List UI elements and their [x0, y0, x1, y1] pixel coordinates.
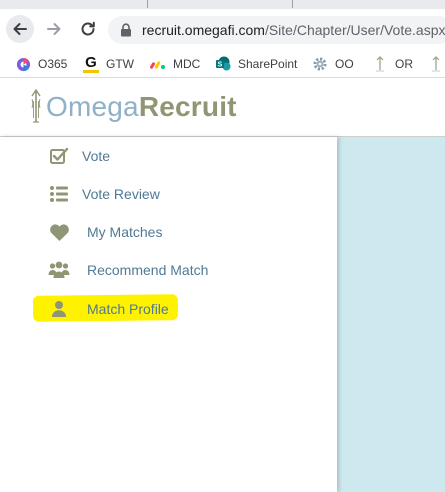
reload-icon: [81, 21, 95, 36]
omegarecruit-bookmark-icon: [428, 56, 444, 72]
sidebar-item-recommend-match[interactable]: Recommend Match: [0, 253, 337, 287]
bookmark-label: SharePoint: [238, 57, 298, 71]
app-header: OmegaRecruit: [0, 78, 445, 137]
back-button[interactable]: [6, 15, 34, 43]
sidebar-item-vote[interactable]: Vote: [0, 139, 337, 173]
sidebar-item-label: Vote Review: [82, 186, 160, 202]
office365-icon: [15, 56, 31, 72]
lock-icon: [121, 23, 131, 37]
bookmarks-bar: O365 G GTW MDC S SharePoint OO OR: [0, 51, 445, 78]
logo-mark-icon: [31, 88, 41, 123]
sidebar-menu: Vote Vote Review My Matches Recommend Ma…: [0, 137, 337, 492]
bookmark-gtw[interactable]: G GTW: [83, 51, 134, 77]
main-content-area: [337, 137, 445, 492]
sidebar-item-label: My Matches: [87, 224, 163, 240]
omegarecruit-logo[interactable]: OmegaRecruit: [26, 87, 237, 127]
arrow-right-icon: [47, 23, 61, 35]
list-icon: [48, 183, 70, 205]
svg-text:S: S: [218, 62, 223, 69]
heart-icon: [48, 221, 70, 243]
reload-button[interactable]: [74, 15, 102, 43]
sidebar-item-my-matches[interactable]: My Matches: [0, 215, 337, 249]
bookmark-label: OR: [395, 57, 413, 71]
browser-toolbar: recruit.omegafi.com/Site/Chapter/User/Vo…: [0, 9, 445, 51]
bookmark-overflow[interactable]: [428, 51, 445, 77]
bookmark-oo[interactable]: OO: [312, 51, 354, 77]
tab-strip: [0, 0, 445, 9]
sidebar-item-label: Match Profile: [87, 301, 169, 317]
bookmark-o365[interactable]: O365: [15, 51, 67, 77]
logo-omega: Omega: [46, 91, 139, 122]
gotowebinar-icon: G: [83, 55, 99, 73]
forward-button[interactable]: [40, 15, 68, 43]
url-text: recruit.omegafi.com/Site/Chapter/User/Vo…: [142, 22, 445, 38]
users-icon: [48, 259, 70, 281]
sharepoint-icon: S: [215, 56, 231, 72]
bookmark-sharepoint[interactable]: S SharePoint: [215, 51, 297, 77]
logo-recruit: Recruit: [138, 91, 237, 122]
omegarecruit-bookmark-icon: [372, 56, 388, 72]
sidebar-item-label: Recommend Match: [87, 262, 209, 278]
user-icon: [48, 298, 70, 320]
bookmark-or[interactable]: OR: [372, 51, 413, 77]
arrow-left-icon: [13, 23, 27, 35]
sidebar-item-match-profile[interactable]: Match Profile: [0, 292, 337, 326]
url-host: recruit.omegafi.com: [142, 22, 265, 38]
bookmark-mdc[interactable]: MDC: [150, 51, 200, 77]
checkbox-icon: [48, 145, 70, 167]
logo-text: OmegaRecruit: [46, 87, 237, 127]
url-path: /Site/Chapter/User/Vote.aspx: [264, 22, 445, 38]
sidebar-item-vote-review[interactable]: Vote Review: [0, 177, 337, 211]
tab-separator: [147, 0, 148, 8]
address-bar[interactable]: recruit.omegafi.com/Site/Chapter/User/Vo…: [108, 16, 445, 44]
tab-separator: [292, 0, 293, 8]
monday-icon: [150, 56, 166, 72]
bookmark-label: MDC: [173, 57, 201, 71]
bookmark-label: GTW: [106, 57, 134, 71]
bookmark-label: OO: [335, 57, 354, 71]
gear-icon: [312, 56, 328, 72]
sidebar-item-label: Vote: [82, 148, 111, 164]
bookmark-label: O365: [38, 57, 68, 71]
